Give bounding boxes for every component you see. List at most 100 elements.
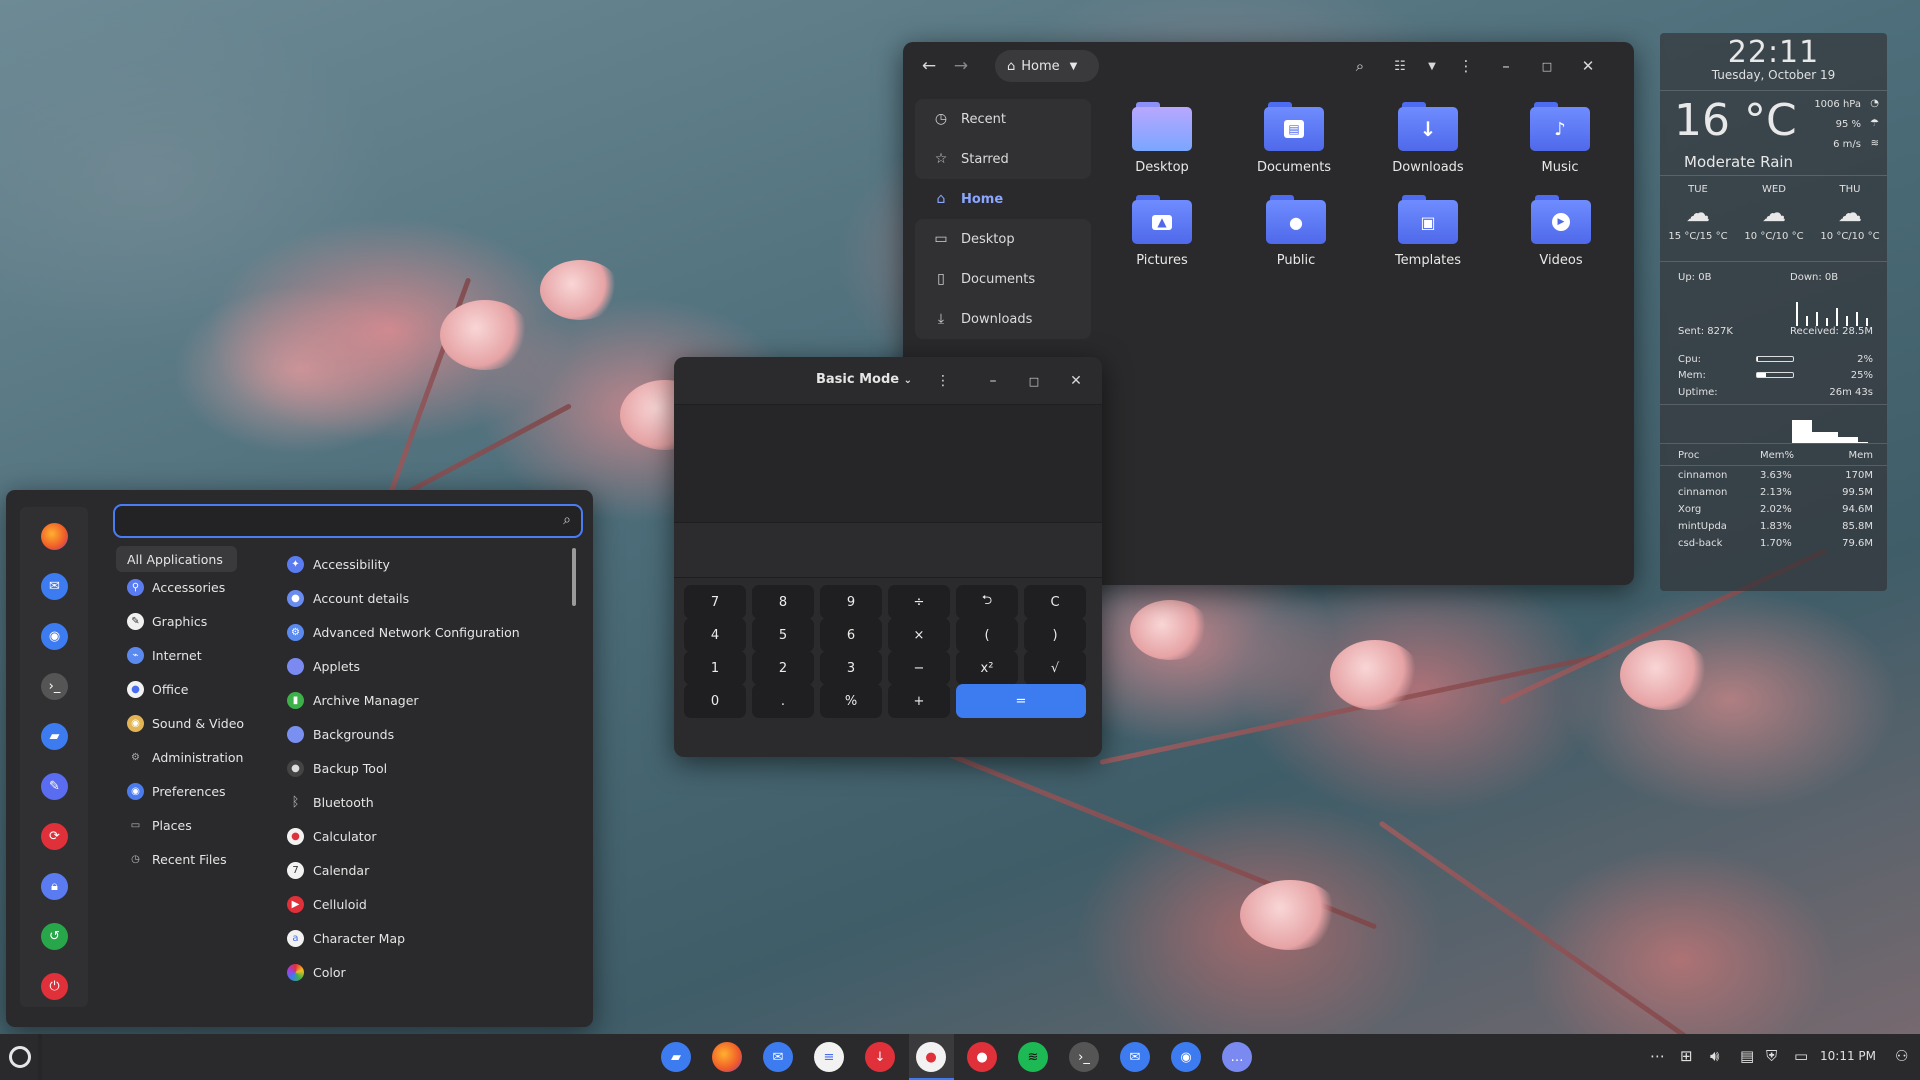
settings-toggle-icon[interactable]: ◉ xyxy=(1171,1042,1201,1072)
download-icon[interactable]: ↓ xyxy=(865,1042,895,1072)
key-open-paren[interactable]: ( xyxy=(956,618,1018,652)
key-6[interactable]: 6 xyxy=(820,618,882,652)
terminal-icon[interactable]: ›_ xyxy=(41,673,68,700)
app-archive-manager[interactable]: ▮ Archive Manager xyxy=(279,687,419,713)
sidebar-item-recent[interactable]: ◷ Recent xyxy=(915,99,1091,139)
key-square[interactable]: x² xyxy=(956,651,1018,685)
app-accessibility[interactable]: ✦ Accessibility xyxy=(279,551,390,577)
app-backgrounds[interactable]: Backgrounds xyxy=(279,721,394,747)
firefox-icon[interactable] xyxy=(712,1042,742,1072)
menu-launcher-icon[interactable] xyxy=(9,1046,31,1068)
key-2[interactable]: 2 xyxy=(752,651,814,685)
folder-downloads[interactable]: ↓ Downloads xyxy=(1373,102,1483,175)
apps-grid-icon[interactable]: ⊞ xyxy=(1680,1047,1693,1065)
key-plus[interactable]: + xyxy=(888,684,950,718)
back-arrow-icon[interactable]: ← xyxy=(917,56,941,76)
sidebar-item-documents[interactable]: ▯ Documents xyxy=(915,259,1091,299)
taskbar-clock[interactable]: 10:11 PM xyxy=(1820,1049,1876,1063)
key-decimal[interactable]: . xyxy=(752,684,814,718)
folder-pictures[interactable]: ▲ Pictures xyxy=(1107,195,1217,268)
terminal-icon[interactable]: ›_ xyxy=(1069,1042,1099,1072)
folder-public[interactable]: ● Public xyxy=(1241,195,1351,268)
category-sound-video[interactable]: ◉ Sound & Video xyxy=(116,710,244,736)
mail-icon[interactable]: ✉ xyxy=(1120,1042,1150,1072)
folder-templates[interactable]: ▣ Templates xyxy=(1373,195,1483,268)
category-all-applications[interactable]: All Applications xyxy=(116,546,237,572)
calculator-icon[interactable]: ● xyxy=(916,1042,946,1072)
category-administration[interactable]: ⚙ Administration xyxy=(116,744,243,770)
app-advanced-network[interactable]: ⚙ Advanced Network Configuration xyxy=(279,619,520,645)
maximize-icon[interactable]: □ xyxy=(1023,370,1045,392)
key-undo[interactable]: ⮌ xyxy=(956,585,1018,619)
text-editor-icon[interactable]: ≡ xyxy=(814,1042,844,1072)
key-8[interactable]: 8 xyxy=(752,585,814,619)
menu-search-field[interactable]: ⌕ xyxy=(113,504,583,538)
app-applets[interactable]: Applets xyxy=(279,653,360,679)
folder-desktop[interactable]: Desktop xyxy=(1107,102,1217,175)
app-account-details[interactable]: ● Account details xyxy=(279,585,409,611)
app-backup-tool[interactable]: ● Backup Tool xyxy=(279,755,387,781)
folder-documents[interactable]: ▤ Documents xyxy=(1239,102,1349,175)
key-9[interactable]: 9 xyxy=(820,585,882,619)
category-graphics[interactable]: ✎ Graphics xyxy=(116,608,207,634)
sidebar-item-home[interactable]: ⌂ Home xyxy=(915,179,1091,219)
key-divide[interactable]: ÷ xyxy=(888,585,950,619)
more-icon[interactable]: ⋯ xyxy=(1650,1047,1665,1065)
category-office[interactable]: ● Office xyxy=(116,676,189,702)
sidebar-item-starred[interactable]: ☆ Starred xyxy=(915,139,1091,179)
app-celluloid[interactable]: ▶ Celluloid xyxy=(279,891,367,917)
clipboard-icon[interactable]: ▤ xyxy=(1740,1047,1754,1065)
mode-selector[interactable]: Basic Mode ⌄ xyxy=(816,372,912,387)
app-character-map[interactable]: a Character Map xyxy=(279,925,405,951)
shield-icon[interactable]: ⛨ xyxy=(1766,1047,1777,1065)
settings-toggle-icon[interactable]: ◉ xyxy=(41,623,68,650)
sidebar-item-desktop[interactable]: ▭ Desktop xyxy=(915,219,1091,259)
breadcrumb[interactable]: ⌂ Home ▼ xyxy=(995,50,1099,82)
category-preferences[interactable]: ◉ Preferences xyxy=(116,778,226,804)
lock-screen-icon[interactable]: 🔒︎ xyxy=(41,873,68,900)
key-sqrt[interactable]: √ xyxy=(1024,651,1086,685)
menu-kebab-icon[interactable]: ⋮ xyxy=(1454,54,1478,78)
key-7[interactable]: 7 xyxy=(684,585,746,619)
key-clear[interactable]: C xyxy=(1024,585,1086,619)
folder-music[interactable]: ♪ Music xyxy=(1505,102,1615,175)
minimize-icon[interactable]: – xyxy=(982,370,1004,392)
key-3[interactable]: 3 xyxy=(820,651,882,685)
key-close-paren[interactable]: ) xyxy=(1024,618,1086,652)
display-icon[interactable]: ▭ xyxy=(1794,1047,1808,1065)
key-percent[interactable]: % xyxy=(820,684,882,718)
category-accessories[interactable]: ⚲ Accessories xyxy=(116,574,225,600)
spotify-icon[interactable]: ≋ xyxy=(1018,1042,1048,1072)
category-places[interactable]: ▭ Places xyxy=(116,812,192,838)
category-recent-files[interactable]: ◷ Recent Files xyxy=(116,846,226,872)
menu-scrollbar[interactable] xyxy=(572,548,576,606)
key-4[interactable]: 4 xyxy=(684,618,746,652)
minimize-icon[interactable]: – xyxy=(1494,54,1518,78)
user-icon[interactable]: ⚇ xyxy=(1895,1047,1908,1065)
menu-kebab-icon[interactable]: ⋮ xyxy=(932,370,954,392)
maximize-icon[interactable]: □ xyxy=(1535,54,1559,78)
calculator-display[interactable] xyxy=(674,405,1102,522)
text-editor-icon[interactable]: ✎ xyxy=(41,773,68,800)
files-icon[interactable]: ▰ xyxy=(41,723,68,750)
update-manager-icon[interactable]: ⟳ xyxy=(41,823,68,850)
key-multiply[interactable]: × xyxy=(888,618,950,652)
view-list-icon[interactable]: ☷ xyxy=(1388,54,1412,78)
close-icon[interactable]: ✕ xyxy=(1576,54,1600,78)
chat-icon[interactable]: … xyxy=(1222,1042,1252,1072)
key-equals[interactable]: = xyxy=(956,684,1086,718)
key-minus[interactable]: − xyxy=(888,651,950,685)
app-calendar[interactable]: 7 Calendar xyxy=(279,857,369,883)
key-0[interactable]: 0 xyxy=(684,684,746,718)
app-calculator[interactable]: ● Calculator xyxy=(279,823,376,849)
logout-icon[interactable]: ↺ xyxy=(41,923,68,950)
firefox-icon[interactable] xyxy=(41,523,68,550)
record-icon[interactable]: ● xyxy=(967,1042,997,1072)
category-internet[interactable]: ⌁ Internet xyxy=(116,642,202,668)
sidebar-item-downloads[interactable]: ⤓ Downloads xyxy=(915,299,1091,339)
view-options-chevron-icon[interactable]: ▼ xyxy=(1420,54,1444,78)
forward-arrow-icon[interactable]: → xyxy=(949,56,973,76)
app-bluetooth[interactable]: ᛒ Bluetooth xyxy=(279,789,374,815)
files-icon[interactable]: ▰ xyxy=(661,1042,691,1072)
close-icon[interactable]: ✕ xyxy=(1065,370,1087,392)
